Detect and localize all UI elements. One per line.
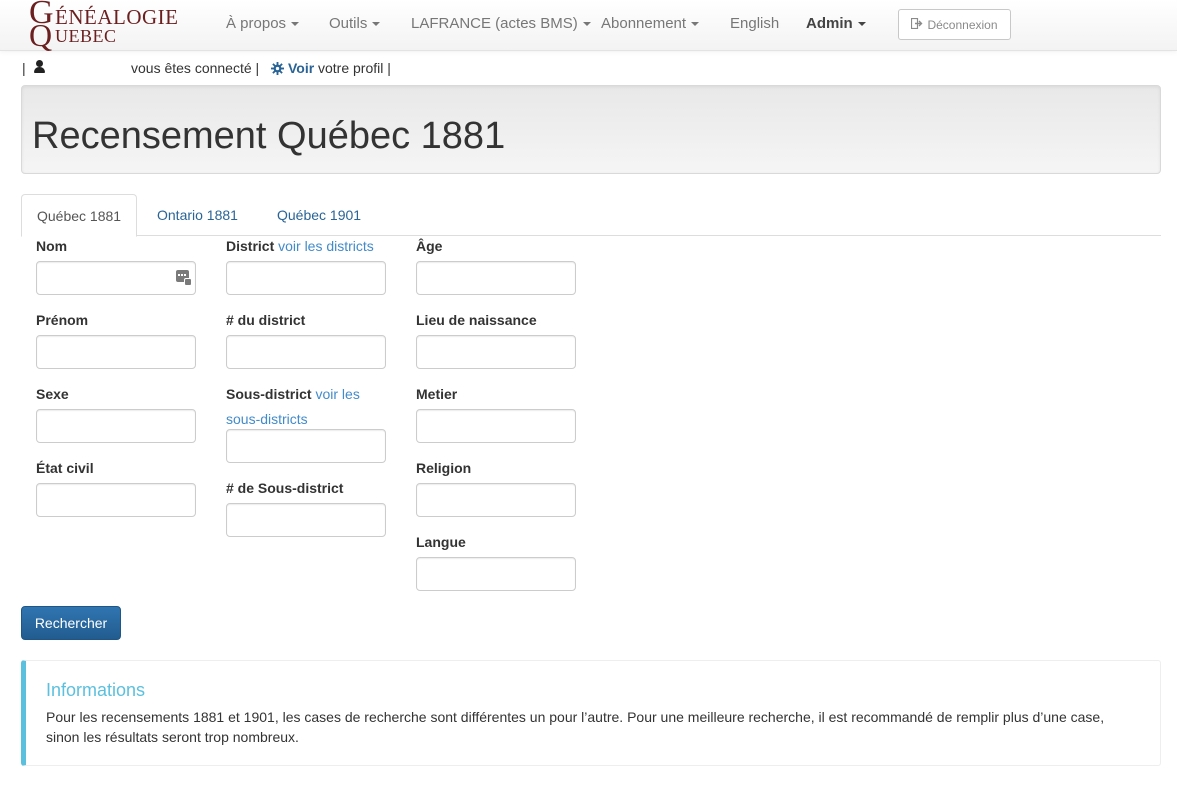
nav-outils[interactable]: Outils (329, 15, 381, 32)
sexe-input[interactable] (36, 409, 196, 443)
metier-input[interactable] (416, 409, 576, 443)
view-profile-link[interactable]: Voir (288, 60, 314, 76)
nav-english-label: English (730, 15, 780, 32)
label-prenom: Prénom (36, 312, 89, 328)
label-age: Âge (416, 238, 443, 254)
separator: | (22, 60, 26, 76)
label-no-sous-district: # de Sous-district (226, 480, 344, 496)
lieu-naissance-input[interactable] (416, 335, 576, 369)
label-sous-district: Sous-district voir les sous-districts (226, 382, 360, 432)
page-header: Recensement Québec 1881 (21, 85, 1161, 174)
label-district-text: District (226, 238, 275, 254)
nom-input[interactable] (36, 261, 196, 295)
nav-admin[interactable]: Admin (806, 15, 866, 32)
census-tabs: Québec 1881 Ontario 1881 Québec 1901 (21, 194, 1161, 237)
label-sexe: Sexe (36, 386, 69, 402)
chevron-down-icon (291, 22, 300, 27)
no-district-input[interactable] (226, 335, 386, 369)
district-input[interactable] (226, 261, 386, 295)
nav-abonnement[interactable]: Abonnement (601, 15, 700, 32)
nav-english[interactable]: English (730, 15, 779, 32)
label-metier: Metier (416, 386, 458, 402)
langue-input[interactable] (416, 557, 576, 591)
logo-line-2: UEBEC (55, 26, 117, 46)
nav-admin-label: Admin (806, 15, 853, 32)
logo-initial-q: Q (29, 17, 53, 53)
gear-icon (271, 60, 284, 76)
chevron-down-icon (582, 22, 591, 27)
chevron-down-icon (691, 22, 700, 27)
view-sous-districts-link-line2: sous-districts (226, 411, 308, 427)
etat-civil-input[interactable] (36, 483, 196, 517)
top-navbar: G ÉNÉALOGIE Q UEBEC À propos Outils LAFR… (0, 0, 1177, 51)
search-button[interactable]: Rechercher (21, 606, 121, 640)
logout-label: Déconnexion (927, 17, 998, 32)
chevron-down-icon (857, 22, 866, 27)
logout-button[interactable]: Déconnexion (898, 9, 1011, 40)
label-lieu-naissance: Lieu de naissance (416, 312, 537, 328)
label-nom: Nom (36, 238, 68, 254)
tab-ontario-1881[interactable]: Ontario 1881 (142, 194, 253, 236)
page-title: Recensement Québec 1881 (32, 115, 506, 157)
nav-a-propos-label: À propos (226, 15, 287, 32)
site-logo[interactable]: G ÉNÉALOGIE Q UEBEC (29, 0, 194, 53)
religion-input[interactable] (416, 483, 576, 517)
label-religion: Religion (416, 460, 472, 476)
tab-quebec-1881[interactable]: Québec 1881 (21, 194, 138, 237)
nav-lafrance[interactable]: LAFRANCE (actes BMS) (411, 15, 591, 32)
view-sous-districts-link-line1: voir les (315, 386, 360, 402)
connected-text: vous êtes connecté | (131, 60, 260, 76)
label-no-district: # du district (226, 312, 306, 328)
keyboard-icon[interactable] (176, 270, 192, 286)
no-sous-district-input[interactable] (226, 503, 386, 537)
nav-a-propos[interactable]: À propos (226, 15, 300, 32)
nav-abonnement-label: Abonnement (601, 15, 687, 32)
logo-line-1: ÉNÉALOGIE (55, 5, 179, 29)
age-input[interactable] (416, 261, 576, 295)
label-sous-district-text: Sous-district (226, 386, 312, 402)
label-district: District voir les districts (226, 238, 374, 254)
info-title: Informations (46, 680, 146, 700)
user-icon (33, 60, 45, 73)
user-status-line: | vous êtes connecté | Voir votre profil… (22, 60, 422, 78)
label-etat-civil: État civil (36, 460, 94, 476)
chevron-down-icon (372, 22, 381, 27)
info-text: Pour les recensements 1881 et 1901, les … (46, 709, 1105, 745)
nav-outils-label: Outils (329, 15, 368, 32)
view-districts-link[interactable]: voir les districts (278, 238, 374, 254)
nav-lafrance-label: LAFRANCE (actes BMS) (411, 15, 578, 32)
sign-out-icon (911, 17, 923, 32)
profile-text: votre profil | (318, 60, 391, 76)
tab-quebec-1901[interactable]: Québec 1901 (262, 194, 376, 236)
info-callout: Informations Pour les recensements 1881 … (21, 660, 1161, 766)
label-langue: Langue (416, 534, 466, 550)
prenom-input[interactable] (36, 335, 196, 369)
sous-district-input[interactable] (226, 429, 386, 463)
